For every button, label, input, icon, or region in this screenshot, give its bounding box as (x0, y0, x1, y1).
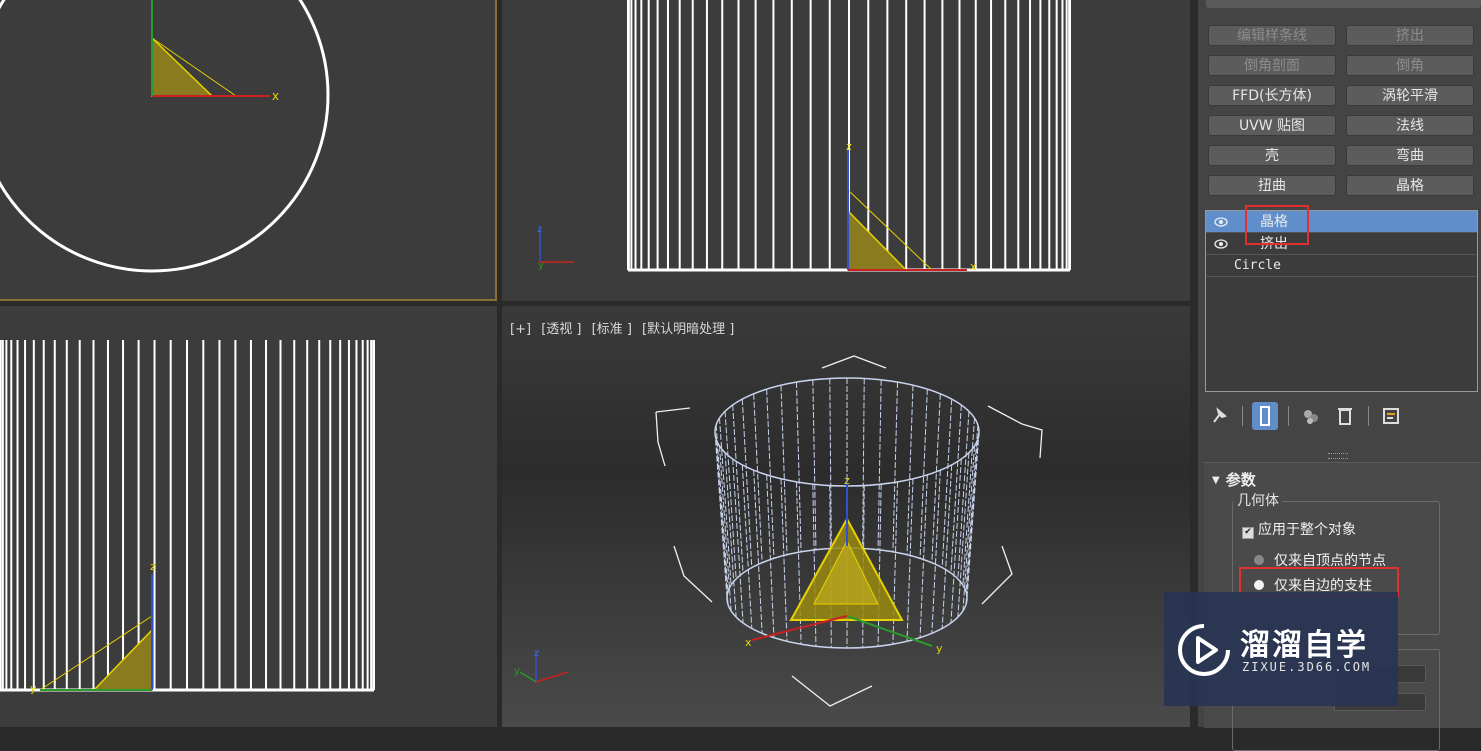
gizmo-y-label: y (514, 666, 520, 677)
stack-item-circle[interactable]: Circle (1206, 255, 1477, 277)
lattice-strut (906, 385, 914, 555)
triangle-shape (847, 209, 908, 271)
lattice-strut (931, 393, 941, 563)
perspective-view-canvas: z x y z y (514, 355, 1043, 707)
lattice-strut (766, 474, 775, 638)
apply-whole-object-checkbox[interactable]: ✔ 应用于整个对象 (1242, 519, 1356, 539)
remove-modifier-icon[interactable] (1332, 402, 1358, 430)
modifier-button[interactable]: UVW 贴图 (1208, 115, 1336, 136)
y-axis-label: y (936, 642, 943, 655)
left-view-canvas: z y (0, 340, 375, 695)
modifier-button[interactable]: 涡轮平滑 (1346, 85, 1474, 106)
stack-item-label: Circle (1234, 258, 1281, 273)
lattice-strut (892, 382, 899, 552)
z-axis-label: z (150, 560, 156, 573)
eye-icon[interactable] (1214, 237, 1228, 251)
modifier-button[interactable]: 壳 (1208, 145, 1336, 166)
x-axis-label: x (970, 260, 977, 273)
stack-item-extrude[interactable]: 挤出 (1206, 233, 1477, 255)
triangle-shape (151, 36, 214, 97)
gizmo-z-label: z (534, 648, 539, 659)
x-axis-label: x (272, 89, 279, 103)
lattice-strut (780, 385, 788, 555)
configure-sets-icon[interactable] (1378, 402, 1404, 430)
eye-icon[interactable] (1214, 215, 1228, 229)
lattice-strut (753, 470, 763, 634)
modifier-button[interactable]: 弯曲 (1346, 145, 1474, 166)
panel-resize-grip[interactable] (1328, 453, 1348, 459)
lattice-strut (931, 470, 941, 634)
lattice-strut (780, 478, 788, 642)
modifier-list-dropdown[interactable] (1206, 0, 1481, 8)
modifier-button[interactable]: FFD(长方体) (1208, 85, 1336, 106)
viewport-front[interactable]: z x z y (502, 0, 1190, 301)
stack-item-lattice[interactable]: 晶格 (1206, 211, 1477, 233)
radio-vertices-only[interactable]: 仅来自顶点的节点 (1254, 550, 1386, 570)
cylinder-outline-circle (0, 0, 330, 273)
checkmark-icon: ✔ (1242, 527, 1254, 539)
modifier-button[interactable]: 倒角 (1346, 55, 1474, 76)
watermark-title: 溜溜自学 (1240, 628, 1368, 663)
z-axis-label: z (846, 140, 852, 153)
z-axis-label: z (844, 474, 850, 487)
pin-stack-icon[interactable] (1206, 402, 1232, 430)
geometry-group-title: 几何体 (1234, 490, 1282, 510)
modifier-button[interactable]: 倒角剖面 (1208, 55, 1336, 76)
gizmo-x (535, 671, 569, 683)
lattice-strut (795, 382, 802, 552)
play-logo-icon (1178, 624, 1230, 676)
lattice-strut (919, 389, 928, 559)
checkbox-label: 应用于整个对象 (1258, 522, 1356, 538)
lattice-strut (766, 389, 775, 559)
modifier-button[interactable]: 挤出 (1346, 25, 1474, 46)
collapse-triangle-icon: ▼ (1212, 475, 1220, 486)
rollout-title: 参数 (1225, 471, 1256, 489)
watermark-url: ZIXUE.3D66.COM (1242, 660, 1372, 674)
lattice-strut (906, 478, 914, 642)
show-end-result-icon[interactable] (1252, 402, 1278, 430)
y-axis-label: y (30, 682, 37, 695)
make-unique-icon[interactable] (1298, 402, 1324, 430)
x-axis-label: x (745, 636, 752, 649)
top-view-canvas: x (0, 0, 330, 273)
stack-toolbar (1206, 402, 1476, 432)
stack-item-label: 晶格 (1260, 214, 1288, 230)
lattice-strut (753, 393, 763, 563)
site-watermark: 溜溜自学 ZIXUE.3D66.COM (1164, 592, 1398, 706)
radio-icon (1254, 555, 1264, 565)
gizmo-y-label: y (538, 260, 544, 271)
viewport-left[interactable]: z y (0, 306, 497, 727)
rollout-header[interactable]: ▼ 参数 (1212, 469, 1256, 490)
lattice-strut (919, 474, 928, 638)
modifier-stack[interactable]: 晶格 挤出 Circle (1205, 210, 1478, 392)
viewport-top[interactable]: x (0, 0, 497, 301)
cylinder-wire-lines (0, 340, 375, 692)
modifier-button[interactable]: 法线 (1346, 115, 1474, 136)
radio-label: 仅来自顶点的节点 (1274, 553, 1386, 569)
radio-icon (1254, 580, 1264, 590)
viewport-perspective[interactable]: [+] [透视 ] [标准 ] [默认明暗处理 ] z x y z y (502, 306, 1190, 727)
gizmo-z-label: z (537, 224, 542, 235)
modifier-button[interactable]: 扭曲 (1208, 175, 1336, 196)
gizmo-y (519, 671, 537, 683)
modifier-button[interactable]: 晶格 (1346, 175, 1474, 196)
modifier-button[interactable]: 编辑样条线 (1208, 25, 1336, 46)
stack-item-label: 挤出 (1260, 236, 1288, 252)
front-view-canvas: z x z y (537, 0, 1071, 273)
